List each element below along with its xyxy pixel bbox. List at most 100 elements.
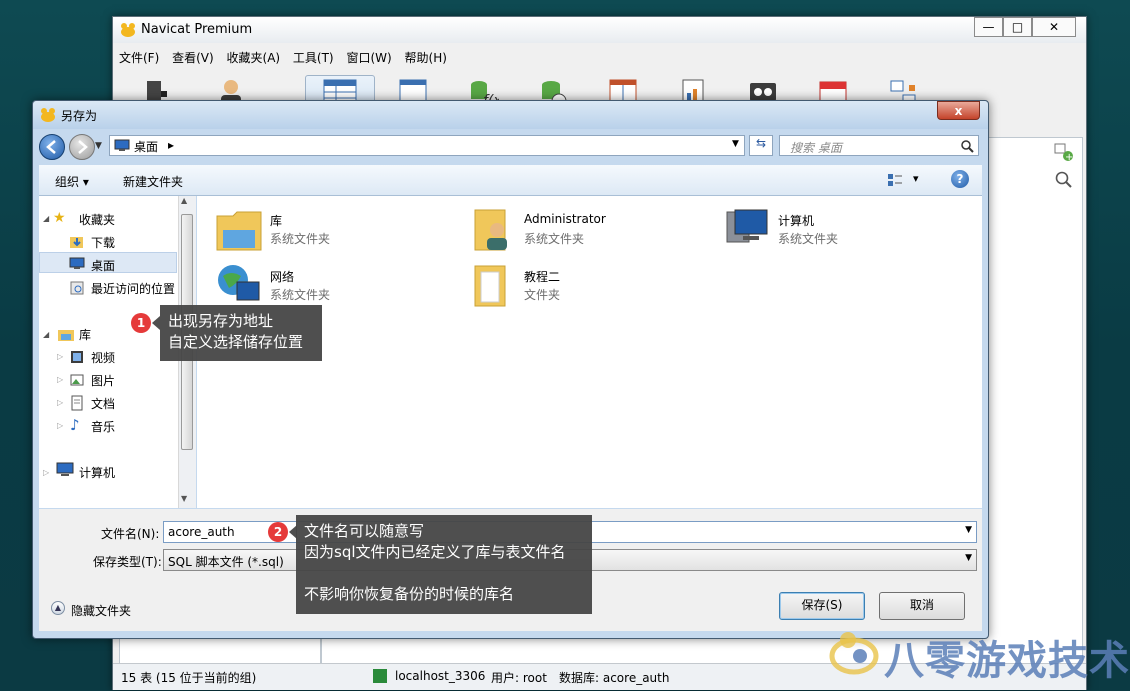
annotation-1-line2: 自定义选择储存位置 bbox=[168, 333, 304, 351]
menu-tools[interactable]: 工具(T) bbox=[293, 51, 334, 65]
library-folder-icon bbox=[216, 211, 262, 251]
computer-icon bbox=[726, 209, 768, 243]
star-icon: ★ bbox=[53, 210, 66, 226]
hide-folders-toggle-icon[interactable]: ▲ bbox=[51, 601, 65, 615]
tree-item-desktop[interactable]: 桌面 bbox=[91, 257, 115, 274]
file-item[interactable]: 计算机 系统文件夹 bbox=[723, 206, 963, 256]
menu-window[interactable]: 窗口(W) bbox=[346, 51, 391, 65]
file-name: 教程二 bbox=[524, 270, 561, 284]
watermark-text: 八零游戏技术 bbox=[884, 638, 1130, 684]
cancel-button[interactable]: 取消 bbox=[879, 592, 965, 620]
add-object-icon[interactable]: + bbox=[1052, 140, 1076, 164]
annotation-tooltip-1: 出现另存为地址 自定义选择储存位置 bbox=[160, 305, 322, 361]
file-item[interactable]: 教程二 文件夹 bbox=[469, 262, 709, 312]
file-type: 文件夹 bbox=[524, 288, 561, 302]
address-location[interactable]: 桌面 bbox=[134, 138, 158, 155]
tree-computer[interactable]: 计算机 bbox=[79, 464, 115, 481]
folder-icon bbox=[474, 265, 506, 307]
expand-pictures-icon[interactable]: ▷ bbox=[57, 375, 63, 384]
address-bar[interactable]: 桌面 ▸ ▼ bbox=[109, 135, 745, 156]
search-icon[interactable] bbox=[960, 139, 974, 153]
documents-icon bbox=[71, 395, 83, 411]
annotation-pointer-1 bbox=[152, 316, 160, 330]
status-connection: localhost_3306 bbox=[395, 669, 486, 683]
forward-button[interactable] bbox=[69, 134, 95, 160]
expand-music-icon[interactable]: ▷ bbox=[57, 421, 63, 430]
expand-libraries-icon[interactable]: ◢ bbox=[43, 330, 49, 339]
recent-places-icon bbox=[70, 281, 84, 295]
help-icon[interactable]: ? bbox=[951, 170, 969, 188]
navicat-menubar: 文件(F) 查看(V) 收藏夹(A) 工具(T) 窗口(W) 帮助(H) bbox=[119, 49, 456, 69]
filename-label: 文件名(N): bbox=[101, 527, 160, 541]
computer-icon bbox=[56, 462, 74, 476]
view-dropdown[interactable]: ▾ bbox=[913, 172, 919, 185]
maximize-button[interactable]: □ bbox=[1003, 17, 1032, 37]
menu-help[interactable]: 帮助(H) bbox=[405, 51, 447, 65]
search-icon[interactable] bbox=[1054, 170, 1074, 190]
tree-libraries[interactable]: 库 bbox=[79, 326, 91, 343]
annotation-badge-2: 2 bbox=[268, 522, 288, 542]
save-button[interactable]: 保存(S) bbox=[779, 592, 865, 620]
minimize-button[interactable]: — bbox=[974, 17, 1003, 37]
download-folder-icon bbox=[70, 237, 83, 248]
search-input[interactable]: 搜索 桌面 bbox=[779, 135, 979, 156]
expand-favorites-icon[interactable]: ◢ bbox=[43, 214, 49, 223]
desktop-icon bbox=[114, 139, 130, 151]
connection-status-icon bbox=[373, 669, 387, 683]
arrow-right-icon bbox=[78, 140, 88, 154]
menu-view[interactable]: 查看(V) bbox=[172, 51, 214, 65]
status-table-count: 15 表 (15 位于当前的组) bbox=[121, 671, 257, 685]
user-folder-icon bbox=[474, 209, 507, 251]
svg-text:+: + bbox=[1065, 152, 1073, 163]
file-type: 系统文件夹 bbox=[270, 288, 331, 302]
hide-folders-button[interactable]: 隐藏文件夹 bbox=[71, 602, 131, 619]
scroll-up-icon[interactable]: ▲ bbox=[181, 196, 187, 205]
tree-item-pictures[interactable]: 图片 bbox=[91, 372, 115, 389]
file-item[interactable]: 库 系统文件夹 bbox=[215, 206, 455, 256]
file-item[interactable]: Administrator 系统文件夹 bbox=[469, 206, 709, 256]
expand-computer-icon[interactable]: ▷ bbox=[43, 468, 49, 477]
menu-file[interactable]: 文件(F) bbox=[119, 51, 159, 65]
back-button[interactable] bbox=[39, 134, 65, 160]
expand-documents-icon[interactable]: ▷ bbox=[57, 398, 63, 407]
address-dropdown-icon[interactable]: ▼ bbox=[732, 139, 739, 149]
pictures-icon bbox=[70, 374, 84, 386]
dialog-titlebar: 另存为 x bbox=[33, 101, 988, 129]
filetype-dropdown-icon[interactable]: ▼ bbox=[965, 553, 972, 563]
desktop-icon bbox=[69, 257, 85, 269]
address-chevron[interactable]: ▸ bbox=[168, 138, 174, 152]
annotation-2-line3: 不影响你恢复备份的时候的库名 bbox=[304, 585, 515, 603]
file-name: Administrator bbox=[524, 212, 606, 226]
music-icon: ♪ bbox=[70, 416, 80, 434]
dialog-close-button[interactable]: x bbox=[937, 101, 980, 120]
organize-menu[interactable]: 组织 ▾ bbox=[55, 173, 89, 190]
close-button[interactable]: ✕ bbox=[1032, 17, 1076, 37]
video-icon bbox=[71, 351, 83, 363]
file-type: 系统文件夹 bbox=[270, 232, 331, 246]
new-folder-button[interactable]: 新建文件夹 bbox=[123, 173, 183, 190]
annotation-2-line2: 因为sql文件内已经定义了库与表文件名 bbox=[304, 543, 566, 561]
menu-favorites[interactable]: 收藏夹(A) bbox=[227, 51, 281, 65]
annotation-badge-1: 1 bbox=[131, 313, 151, 333]
search-placeholder: 搜索 桌面 bbox=[790, 141, 842, 155]
expand-videos-icon[interactable]: ▷ bbox=[57, 352, 63, 361]
refresh-button[interactable]: ⇆ bbox=[749, 135, 773, 156]
tree-item-videos[interactable]: 视频 bbox=[91, 349, 115, 366]
navicat-titlebar: Navicat Premium — □ ✕ bbox=[113, 17, 1086, 43]
network-icon bbox=[218, 265, 260, 301]
tree-favorites[interactable]: 收藏夹 bbox=[79, 211, 115, 228]
tree-item-documents[interactable]: 文档 bbox=[91, 395, 115, 412]
library-icon bbox=[58, 330, 74, 341]
filetype-label: 保存类型(T): bbox=[93, 555, 162, 569]
annotation-2-line1: 文件名可以随意写 bbox=[304, 522, 425, 540]
view-options-icon[interactable] bbox=[887, 172, 903, 188]
watermark-logo-icon bbox=[829, 632, 879, 675]
file-name: 网络 bbox=[270, 270, 295, 284]
scroll-down-icon[interactable]: ▼ bbox=[181, 494, 187, 503]
filename-value: acore_auth bbox=[168, 525, 235, 539]
tree-item-recent[interactable]: 最近访问的位置 bbox=[91, 280, 175, 297]
tree-item-music[interactable]: 音乐 bbox=[91, 418, 115, 435]
history-dropdown-icon[interactable]: ▼ bbox=[95, 141, 102, 151]
tree-item-downloads[interactable]: 下载 bbox=[91, 234, 115, 251]
filename-dropdown-icon[interactable]: ▼ bbox=[965, 525, 972, 535]
